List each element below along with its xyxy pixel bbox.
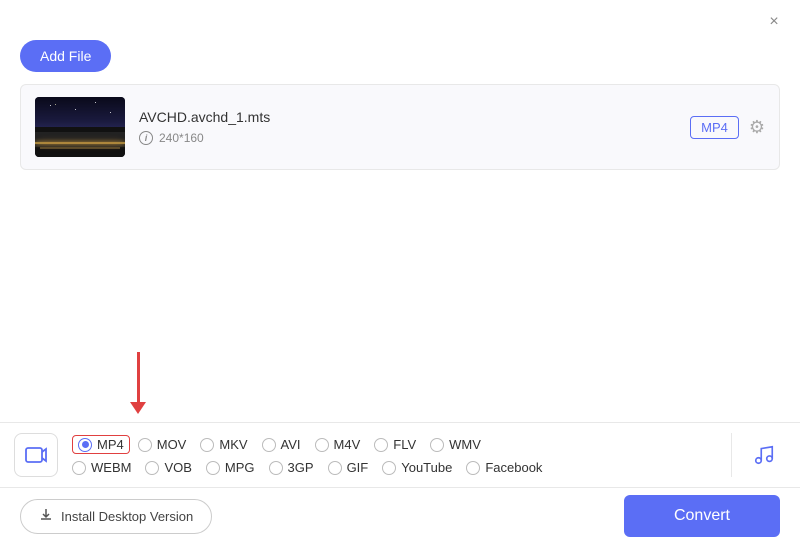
format-option-3gp[interactable]: 3GP [269, 460, 314, 475]
format-label-facebook: Facebook [485, 460, 542, 475]
format-option-mpg[interactable]: MPG [206, 460, 255, 475]
file-name: AVCHD.avchd_1.mts [139, 109, 690, 125]
file-info: AVCHD.avchd_1.mts i 240*160 [139, 109, 690, 145]
radio-mpg [206, 461, 220, 475]
format-row-1: MP4 MOV MKV AVI M4V [72, 435, 721, 454]
format-label-avi: AVI [281, 437, 301, 452]
file-meta: i 240*160 [139, 131, 690, 145]
format-label-youtube: YouTube [401, 460, 452, 475]
format-option-gif[interactable]: GIF [328, 460, 369, 475]
settings-icon[interactable]: ⚙ [749, 117, 765, 138]
format-option-m4v[interactable]: M4V [315, 437, 361, 452]
radio-youtube [382, 461, 396, 475]
format-option-facebook[interactable]: Facebook [466, 460, 542, 475]
toolbar: Add File [0, 40, 800, 84]
file-item: AVCHD.avchd_1.mts i 240*160 MP4 ⚙ [21, 85, 779, 169]
format-label-webm: WEBM [91, 460, 131, 475]
format-label-3gp: 3GP [288, 460, 314, 475]
install-desktop-button[interactable]: Install Desktop Version [20, 499, 212, 534]
format-panel: MP4 MOV MKV AVI M4V [0, 422, 800, 488]
add-file-button[interactable]: Add File [20, 40, 111, 72]
format-option-youtube[interactable]: YouTube [382, 460, 452, 475]
format-option-mov[interactable]: MOV [138, 437, 187, 452]
file-resolution: 240*160 [159, 131, 204, 145]
radio-3gp [269, 461, 283, 475]
format-option-vob[interactable]: VOB [145, 460, 191, 475]
radio-gif [328, 461, 342, 475]
format-option-mp4[interactable]: MP4 [72, 435, 130, 454]
radio-vob [145, 461, 159, 475]
format-option-flv[interactable]: FLV [374, 437, 416, 452]
radio-mkv [200, 438, 214, 452]
arrow-shaft [137, 352, 140, 402]
radio-webm [72, 461, 86, 475]
info-icon: i [139, 131, 153, 145]
format-option-mkv[interactable]: MKV [200, 437, 247, 452]
convert-button[interactable]: Convert [624, 495, 780, 537]
arrow-indicator [130, 352, 146, 414]
video-format-icon[interactable] [14, 433, 58, 477]
format-label-vob: VOB [164, 460, 191, 475]
format-row-2: WEBM VOB MPG 3GP GIF [72, 460, 721, 475]
format-separator [731, 433, 732, 477]
radio-m4v [315, 438, 329, 452]
format-label-mkv: MKV [219, 437, 247, 452]
download-icon [39, 508, 53, 525]
file-list: AVCHD.avchd_1.mts i 240*160 MP4 ⚙ [20, 84, 780, 170]
format-option-webm[interactable]: WEBM [72, 460, 131, 475]
format-label-wmv: WMV [449, 437, 481, 452]
format-option-avi[interactable]: AVI [262, 437, 301, 452]
format-label-m4v: M4V [334, 437, 361, 452]
format-label-mp4: MP4 [97, 437, 124, 452]
format-label-mov: MOV [157, 437, 187, 452]
file-thumbnail [35, 97, 125, 157]
radio-facebook [466, 461, 480, 475]
radio-mp4 [78, 438, 92, 452]
title-bar: × [0, 0, 800, 40]
bottom-bar: Install Desktop Version Convert [0, 488, 800, 544]
format-label-mpg: MPG [225, 460, 255, 475]
radio-avi [262, 438, 276, 452]
format-label-flv: FLV [393, 437, 416, 452]
radio-wmv [430, 438, 444, 452]
file-actions: MP4 ⚙ [690, 116, 765, 139]
radio-flv [374, 438, 388, 452]
install-label: Install Desktop Version [61, 509, 193, 524]
format-option-wmv[interactable]: WMV [430, 437, 481, 452]
radio-mov [138, 438, 152, 452]
audio-format-icon[interactable] [742, 433, 786, 477]
close-button[interactable]: × [764, 12, 784, 32]
format-badge[interactable]: MP4 [690, 116, 739, 139]
format-label-gif: GIF [347, 460, 369, 475]
arrow-head [130, 402, 146, 414]
